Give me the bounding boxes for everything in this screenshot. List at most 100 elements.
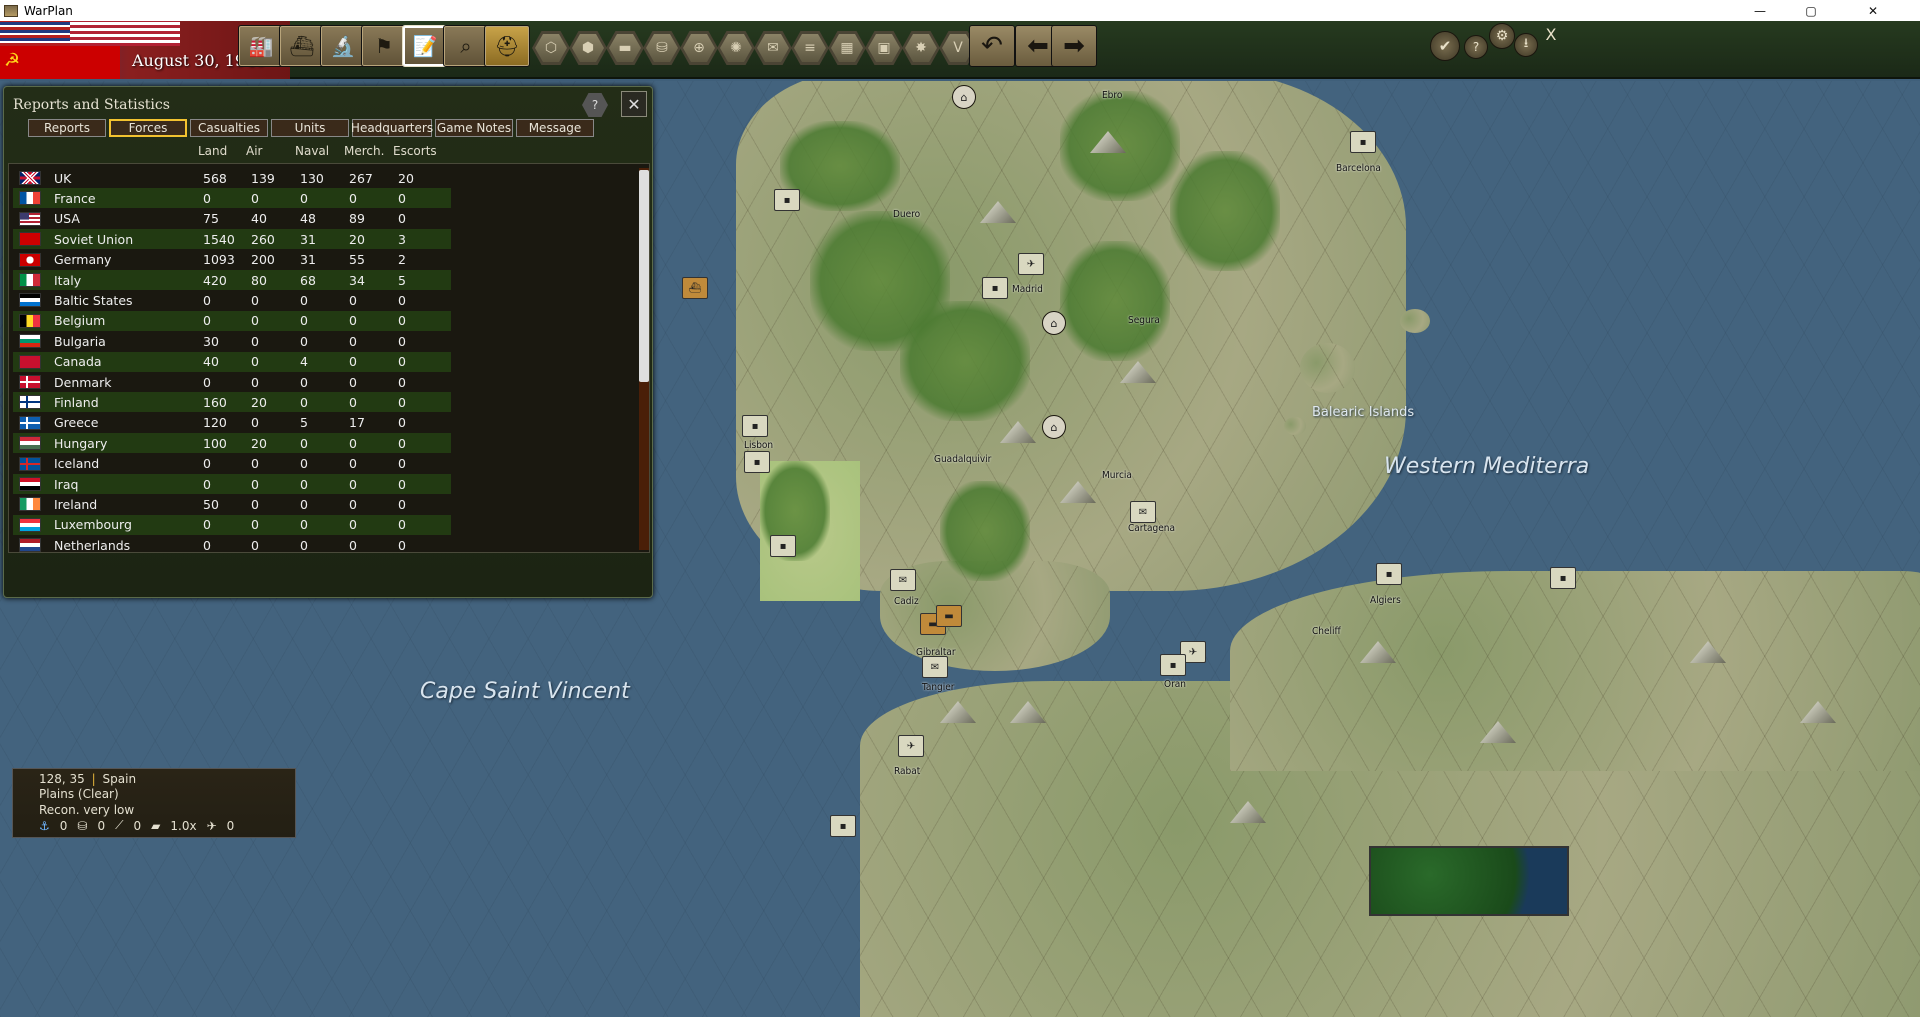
tab-units[interactable]: Units: [271, 119, 349, 137]
city-label: Algiers: [1370, 595, 1401, 606]
undo-button[interactable]: ↶: [969, 25, 1015, 67]
hex-filter-9[interactable]: ▦: [828, 31, 866, 65]
cell-escorts: 0: [398, 456, 406, 472]
allied-unit-counter[interactable]: ▪: [742, 415, 768, 437]
allied-unit-counter[interactable]: ▪: [770, 535, 796, 557]
cell-air: 0: [251, 517, 259, 533]
mallorca-island: [1300, 343, 1355, 393]
window-close-button[interactable]: ✕: [1850, 0, 1896, 21]
allied-unit-counter[interactable]: ▪: [1376, 563, 1402, 585]
hex-filter-8[interactable]: ≡: [791, 31, 829, 65]
tab-message[interactable]: Message: [516, 119, 594, 137]
country-flag-icon: [19, 497, 41, 512]
question-icon: ?: [1472, 40, 1480, 54]
cell-escorts: 5: [398, 272, 406, 288]
cell-air: 40: [251, 211, 267, 227]
hex-filter-11[interactable]: ✸: [902, 31, 940, 65]
allied-unit-counter[interactable]: ▪: [744, 451, 770, 473]
hq-marker[interactable]: ⌂: [1042, 311, 1066, 335]
allied-unit-counter[interactable]: ▪: [1160, 654, 1186, 676]
cell-merch: 55: [349, 252, 365, 268]
cell-naval: 0: [300, 190, 308, 206]
cell-naval: 0: [300, 537, 308, 553]
game-toolbar: ☭ August 30, 1940 🏭 ⛴ 🔬 ⚑ 📝 ⌕ ⛑ ⬡ ⬢ ▬ ⛁ …: [0, 21, 1920, 79]
forces-table-row: UK 568 139 130 267 20: [13, 168, 451, 188]
hq-button[interactable]: ⛑: [484, 25, 530, 67]
research-button[interactable]: 🔬: [320, 25, 366, 67]
settings-button[interactable]: ⚙: [1489, 23, 1515, 49]
hex-filter-5[interactable]: ⊕: [680, 31, 718, 65]
tab-forces[interactable]: Forces: [109, 119, 187, 137]
hex-filter-3[interactable]: ▬: [606, 31, 644, 65]
save-button[interactable]: ⭳: [1514, 33, 1538, 57]
plane-icon: ✈: [1188, 646, 1198, 658]
country-name: Italy: [54, 272, 82, 288]
cell-naval: 0: [300, 374, 308, 390]
allied-unit-counter[interactable]: ▪: [774, 189, 800, 211]
axis-unit-stack[interactable]: ▬: [936, 605, 962, 627]
cell-air: 0: [251, 292, 259, 308]
cell-air: 20: [251, 435, 267, 451]
hq-unit-counter[interactable]: ✉: [922, 656, 948, 678]
cell-merch: 34: [349, 272, 365, 288]
country-name: Iceland: [54, 456, 100, 472]
exit-button[interactable]: X: [1540, 23, 1562, 45]
hex-filter-4[interactable]: ⛁: [643, 31, 681, 65]
hex-filter-1[interactable]: ⬡: [532, 31, 570, 65]
intel-button[interactable]: ⌕: [443, 25, 489, 67]
air-unit-counter[interactable]: ✈: [898, 735, 924, 757]
panel-close-button[interactable]: ✕: [621, 91, 647, 117]
anchor-icon: ⚓: [39, 818, 50, 833]
allied-unit-counter[interactable]: ▪: [1550, 567, 1576, 589]
help-button[interactable]: ?: [1464, 35, 1488, 59]
hq-marker[interactable]: ⌂: [1042, 415, 1066, 439]
country-name: Greece: [54, 415, 99, 431]
hex-terrain: Plains (Clear): [39, 787, 119, 801]
cell-naval: 0: [300, 292, 308, 308]
diplomacy-button[interactable]: ⚑: [361, 25, 407, 67]
hex-filter-2[interactable]: ⬢: [569, 31, 607, 65]
column-header-merch: Merch.: [344, 144, 385, 158]
air-unit-counter[interactable]: ✈: [1018, 253, 1044, 275]
allied-unit-counter[interactable]: ▪: [830, 815, 856, 837]
tab-game-notes[interactable]: Game Notes: [435, 119, 513, 137]
allied-unit-counter[interactable]: ▪: [1350, 131, 1376, 153]
minimap[interactable]: [1369, 846, 1569, 916]
air-value: 0: [226, 818, 235, 833]
hex-filter-6[interactable]: ✺: [717, 31, 755, 65]
cell-merch: 0: [349, 333, 357, 349]
next-button[interactable]: ➡: [1051, 25, 1097, 67]
window-title: WarPlan: [24, 3, 73, 18]
hq-unit-counter[interactable]: ✉: [1130, 501, 1156, 523]
city-label: Cartagena: [1128, 523, 1175, 534]
naval-value: 0: [59, 818, 68, 833]
table-scrollbar-thumb[interactable]: [639, 170, 649, 382]
city-label: Segura: [1128, 315, 1160, 326]
city-label: Tangier: [922, 682, 955, 693]
tab-reports[interactable]: Reports: [28, 119, 106, 137]
rail-icon: ≡: [804, 40, 816, 56]
allied-unit-counter[interactable]: ▪: [982, 277, 1008, 299]
reports-button[interactable]: 📝: [402, 25, 448, 67]
tab-casualties[interactable]: Casualties: [190, 119, 268, 137]
hq-unit-counter[interactable]: ✉: [890, 569, 916, 591]
city-label: Guadalquivir: [934, 454, 992, 465]
country-name: USA: [54, 211, 80, 227]
cell-land: 120: [203, 415, 227, 431]
panel-help-button[interactable]: ?: [582, 93, 608, 117]
production-button[interactable]: 🏭: [238, 25, 284, 67]
naval-button[interactable]: ⛴: [279, 25, 325, 67]
hex-filter-10[interactable]: ▣: [865, 31, 903, 65]
cell-air: 0: [251, 456, 259, 472]
tab-headquarters[interactable]: Headquarters: [351, 119, 433, 137]
cell-merch: 267: [349, 170, 373, 186]
minimize-button[interactable]: —: [1737, 0, 1783, 21]
cell-escorts: 20: [398, 170, 414, 186]
supply-icon: ⛁: [77, 818, 88, 833]
hq-marker[interactable]: ⌂: [952, 85, 976, 109]
axis-ship-counter[interactable]: ⛴: [682, 277, 708, 299]
cell-air: 0: [251, 333, 259, 349]
hex-filter-7[interactable]: ✉: [754, 31, 792, 65]
end-turn-button[interactable]: ✔: [1430, 31, 1460, 61]
maximize-button[interactable]: ▢: [1788, 0, 1834, 21]
